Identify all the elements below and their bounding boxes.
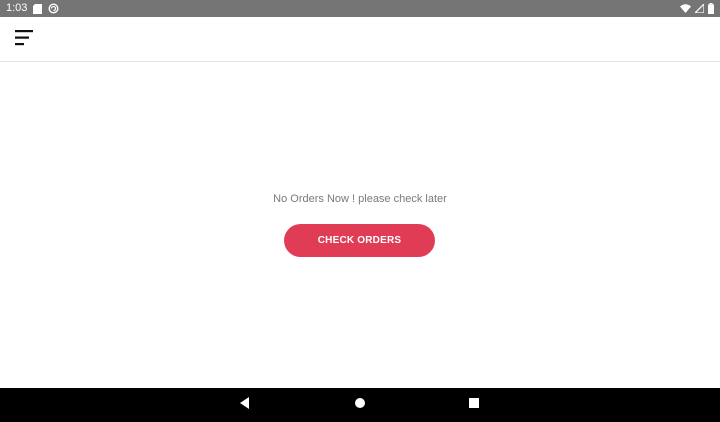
signal-icon — [695, 4, 704, 13]
menu-icon — [15, 29, 35, 51]
screen: 1:03 No Orders Now ! please check later … — [0, 0, 720, 422]
back-button[interactable] — [225, 388, 265, 422]
sync-icon — [48, 3, 59, 14]
wifi-icon — [680, 4, 691, 13]
status-bar: 1:03 — [0, 0, 720, 17]
empty-orders-message: No Orders Now ! please check later — [273, 193, 447, 205]
recents-button[interactable] — [454, 388, 494, 422]
menu-button[interactable] — [10, 25, 40, 55]
home-icon — [354, 396, 366, 414]
status-time: 1:03 — [6, 2, 28, 14]
recents-icon — [468, 396, 480, 414]
status-right — [680, 3, 714, 14]
status-left: 1:03 — [6, 0, 59, 17]
navigation-bar — [0, 388, 720, 422]
orders-content: No Orders Now ! please check later CHECK… — [0, 62, 720, 388]
home-button[interactable] — [340, 388, 380, 422]
sd-card-icon — [33, 3, 43, 14]
app-bar — [0, 17, 720, 62]
battery-icon — [708, 3, 714, 14]
back-icon — [239, 396, 251, 414]
check-orders-button[interactable]: CHECK ORDERS — [284, 224, 435, 257]
